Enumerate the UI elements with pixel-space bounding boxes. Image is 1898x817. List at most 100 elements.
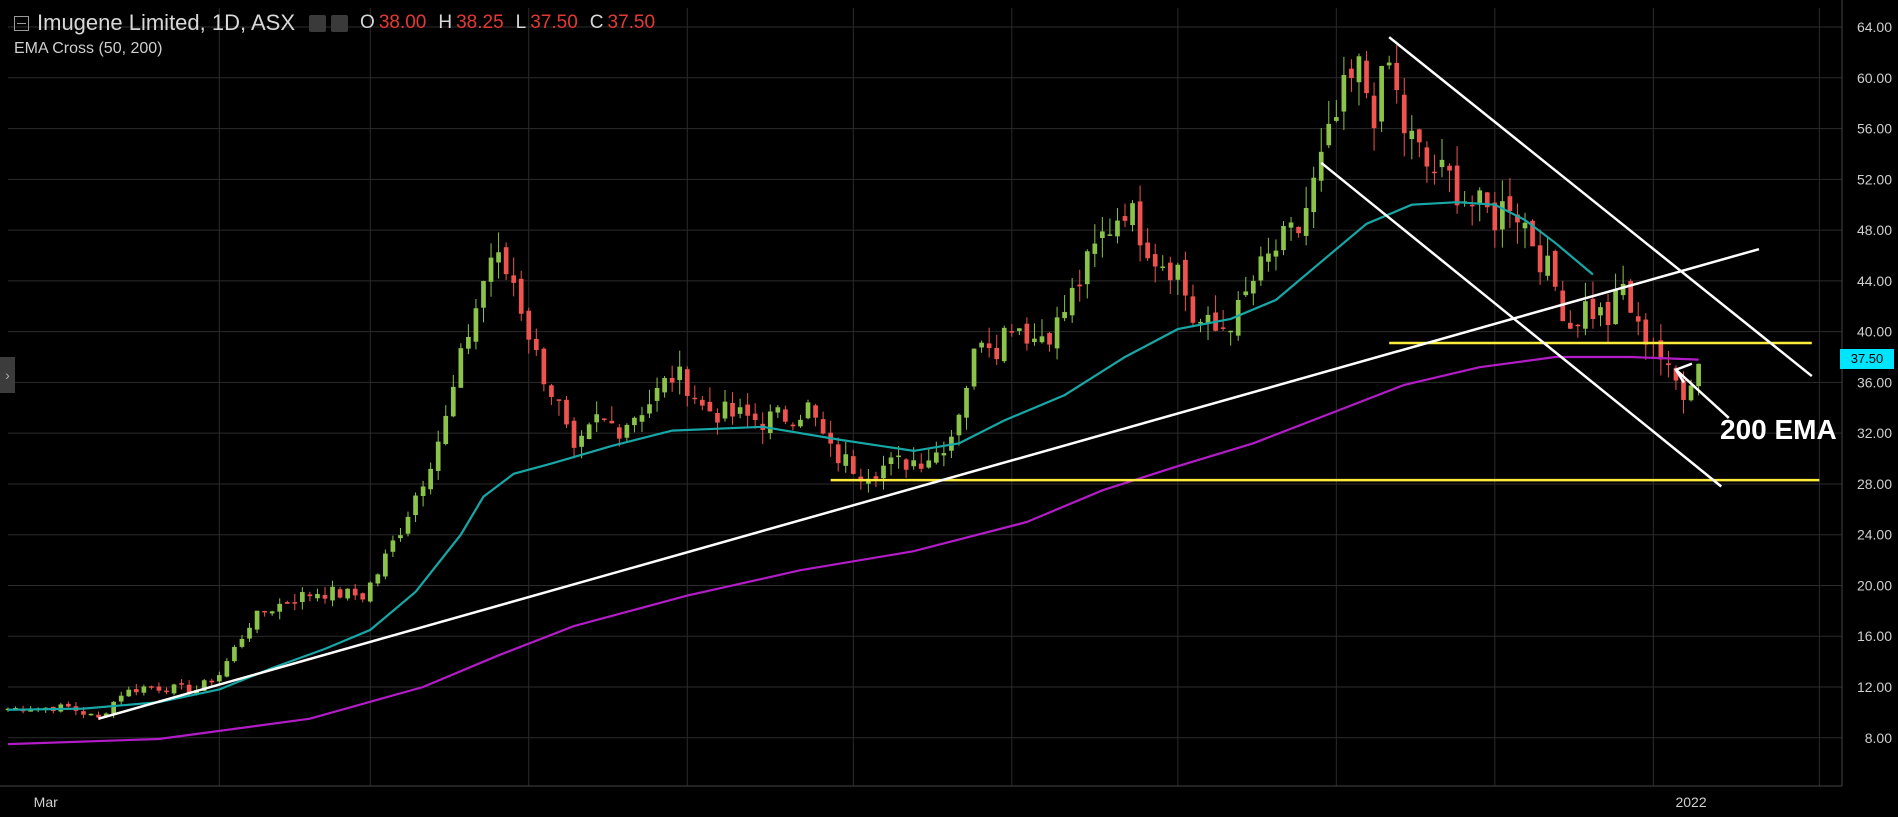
candle-body	[1009, 331, 1015, 333]
candle-body	[1160, 266, 1166, 269]
candle-body	[1688, 385, 1694, 401]
candle-body	[315, 594, 320, 599]
candle-body	[435, 441, 441, 471]
candle-body	[1439, 159, 1445, 168]
candle-body	[654, 388, 660, 401]
candle-body	[1235, 299, 1241, 336]
candle-body	[647, 404, 652, 414]
price-chart[interactable]: 8.00 12.00 16.00 20.00 24.00 28.00 32.00 36.00 4…	[0, 0, 1898, 817]
candle-body	[677, 366, 683, 381]
candle-body	[390, 540, 396, 552]
close-label: C	[589, 12, 604, 33]
y-tick-label: 32.00	[1857, 425, 1892, 441]
candle-body	[66, 703, 71, 707]
candle-body	[1613, 289, 1618, 325]
candle-body	[1500, 201, 1505, 230]
candle-body	[375, 574, 381, 584]
candle-body	[1364, 60, 1369, 94]
candle-body	[979, 342, 984, 348]
candle-body	[1017, 328, 1022, 331]
candle-body	[1311, 177, 1317, 213]
y-tick-label: 60.00	[1857, 70, 1892, 86]
candle-body	[616, 427, 622, 439]
candle-body	[239, 638, 245, 647]
candle-body	[1349, 68, 1354, 79]
candle-body	[1635, 316, 1641, 322]
settings-icon[interactable]	[331, 14, 349, 32]
candle-body	[1409, 130, 1415, 139]
candle-body	[1137, 201, 1143, 246]
y-tick-label: 12.00	[1857, 679, 1892, 695]
candle-body	[639, 415, 645, 422]
candle-body	[1250, 280, 1256, 294]
x-tick-label: Mar	[34, 794, 58, 810]
collapse-icon[interactable]	[14, 15, 29, 31]
chart-container[interactable]: 8.00 12.00 16.00 20.00 24.00 28.00 32.00 36.00 4…	[0, 0, 1898, 817]
candle-body	[549, 385, 554, 398]
candle-body	[232, 646, 237, 662]
candle-body	[571, 420, 577, 448]
candle-body	[518, 278, 524, 314]
candle-body	[745, 404, 750, 416]
candle-body	[473, 308, 479, 342]
candle-body	[345, 588, 350, 599]
candle-body	[1152, 254, 1158, 267]
candle-body	[1047, 333, 1052, 345]
candle-body	[164, 690, 169, 693]
snapshot-icon[interactable]	[309, 14, 327, 32]
y-tick-label: 40.00	[1857, 324, 1892, 340]
candle-body	[503, 247, 509, 275]
candle-body	[1296, 226, 1301, 234]
candle-body	[1198, 321, 1203, 324]
candle-body	[624, 424, 630, 438]
candle-body	[1092, 243, 1098, 254]
candle-body	[322, 595, 328, 599]
low-value: 37.50	[530, 12, 578, 33]
candle-body	[1258, 256, 1264, 281]
candle-body	[1122, 216, 1128, 221]
candle-body	[1417, 129, 1422, 143]
candle-body	[888, 457, 894, 465]
y-tick-label: 20.00	[1857, 577, 1892, 593]
candle-body	[1537, 245, 1543, 273]
candle-body	[767, 411, 773, 434]
candle-body	[1333, 117, 1339, 121]
candle-body	[428, 468, 433, 490]
candle-body	[798, 419, 803, 427]
candle-body	[1001, 327, 1007, 362]
expand-panel-chevron-icon[interactable]: ›	[0, 357, 15, 393]
candle-body	[881, 465, 886, 479]
candle-body	[669, 377, 675, 383]
candle-body	[118, 695, 124, 702]
candle-body	[171, 684, 177, 694]
candle-body	[262, 610, 267, 613]
candle-body	[1243, 291, 1249, 296]
candle-body	[247, 627, 252, 639]
candle-body	[111, 701, 117, 715]
candle-body	[541, 348, 547, 385]
candle-body	[594, 414, 600, 423]
candle-body	[1356, 56, 1362, 83]
candle-body	[1167, 262, 1173, 281]
candle-body	[933, 452, 939, 463]
candle-body	[1620, 283, 1626, 296]
candle-body	[481, 281, 486, 308]
candle-body	[458, 348, 464, 388]
candle-body	[752, 413, 758, 420]
candle-body	[1069, 287, 1075, 316]
candle-body	[511, 275, 517, 283]
candle-body	[149, 686, 154, 688]
indicator-label[interactable]: EMA Cross (50, 200)	[14, 40, 655, 58]
chart-legend: Imugene Limited, 1D, ASX O 38.00 H 38.25…	[14, 10, 655, 58]
candle-body	[1281, 226, 1286, 251]
candle-body	[1394, 62, 1400, 91]
candle-body	[1130, 203, 1135, 226]
candle-body	[466, 336, 471, 349]
candle-body	[179, 683, 184, 685]
candle-body	[254, 610, 260, 630]
candle-body	[1175, 264, 1181, 280]
candle-body	[692, 397, 698, 400]
candle-body	[956, 414, 962, 436]
candle-body	[277, 603, 283, 612]
candle-body	[820, 419, 826, 434]
